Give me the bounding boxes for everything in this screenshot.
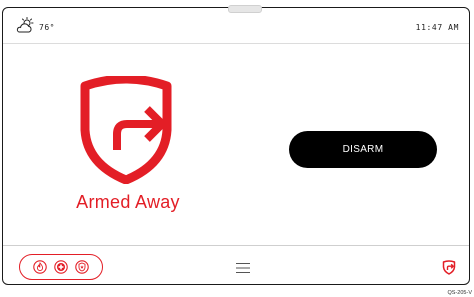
- medical-icon[interactable]: [54, 260, 68, 274]
- weather-widget[interactable]: 76°: [15, 16, 55, 40]
- drag-handle[interactable]: [228, 5, 262, 13]
- disarm-button[interactable]: DISARM: [289, 131, 437, 168]
- partly-cloudy-icon: [15, 16, 35, 40]
- temperature: 76°: [39, 22, 55, 32]
- fire-icon[interactable]: [33, 260, 47, 274]
- clock: 11:47 AM: [415, 23, 459, 32]
- shield-arrow-icon: [77, 74, 175, 185]
- model-code: QS-205-V: [447, 290, 472, 296]
- armed-away-icon[interactable]: [441, 259, 457, 275]
- menu-icon[interactable]: [235, 261, 251, 275]
- panel-screen: 76° 11:47 AM Armed Away DISARM: [2, 5, 470, 285]
- arm-status-label: Armed Away: [76, 192, 180, 212]
- top-divider: [3, 43, 469, 44]
- emergency-panel-button[interactable]: [19, 254, 103, 280]
- police-icon[interactable]: [75, 260, 89, 274]
- bottom-divider: [3, 245, 469, 246]
